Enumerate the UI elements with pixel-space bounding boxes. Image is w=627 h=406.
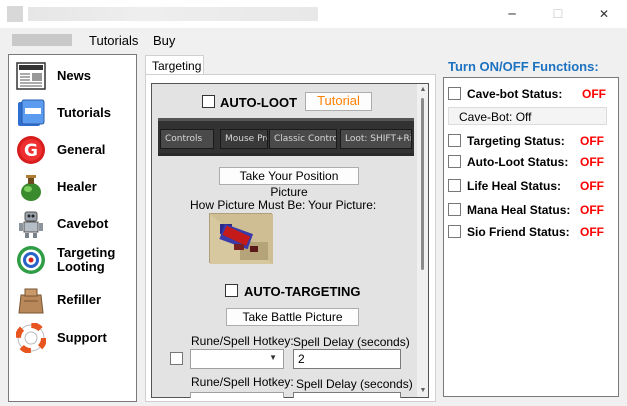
sidebar-item-label: News bbox=[57, 68, 91, 83]
targeting-status-value: OFF bbox=[580, 134, 604, 148]
example-position-picture bbox=[209, 213, 273, 264]
sidebar-item-support[interactable]: Support bbox=[15, 321, 135, 355]
sidebar-item-label: Cavebot bbox=[57, 216, 109, 231]
lifeheal-status-row: Life Heal Status: OFF bbox=[448, 178, 608, 194]
rune-hotkey-select[interactable]: ▼ bbox=[190, 349, 284, 369]
cavebot-status-checkbox[interactable] bbox=[448, 87, 461, 100]
sidebar-item-label: Healer bbox=[57, 179, 97, 194]
cavebot-status-value: OFF bbox=[582, 87, 606, 101]
your-picture-label: Your Picture: bbox=[308, 198, 377, 212]
autoloot-checkbox[interactable] bbox=[202, 95, 215, 108]
tab-targeting[interactable]: Targeting bbox=[145, 55, 204, 75]
functions-title: Turn ON/OFF Functions: bbox=[448, 59, 599, 74]
menu-tutorials[interactable]: Tutorials bbox=[89, 33, 138, 48]
sidebar-item-targeting-looting[interactable]: Targeting Looting bbox=[15, 243, 135, 277]
svg-text:G: G bbox=[24, 141, 38, 161]
cavebot-state-field: Cave-Bot: Off bbox=[448, 107, 607, 125]
cavebot-status-label: Cave-bot Status: bbox=[467, 87, 563, 101]
take-position-picture-button[interactable]: Take Your Position Picture bbox=[219, 167, 359, 199]
sidebar-item-healer[interactable]: Healer bbox=[15, 170, 135, 204]
autoloot-status-value: OFF bbox=[580, 155, 604, 169]
spell-delay-input-2[interactable] bbox=[293, 392, 401, 398]
manaheal-status-checkbox[interactable] bbox=[448, 203, 461, 216]
scroll-down-icon[interactable]: ▼ bbox=[418, 386, 428, 396]
cavebot-status-row: Cave-bot Status: OFF bbox=[448, 86, 608, 102]
autoloot-label: AUTO-LOOT bbox=[220, 95, 298, 110]
loot-settings-image: Controls Mouse Preset: Classic Controls … bbox=[158, 118, 414, 156]
lifeheal-status-value: OFF bbox=[580, 179, 604, 193]
classic-controls-segment: Classic Controls bbox=[269, 129, 337, 149]
loot-shortcut-segment: Loot: SHIFT+Right bbox=[340, 129, 412, 149]
app-icon bbox=[7, 6, 23, 22]
title-bar: ─ ☐ ✕ bbox=[0, 0, 627, 28]
maximize-button[interactable]: ☐ bbox=[535, 0, 581, 28]
autoloot-status-checkbox[interactable] bbox=[448, 155, 461, 168]
targeting-status-row: Targeting Status: OFF bbox=[448, 133, 608, 149]
sidebar-item-general[interactable]: G General bbox=[15, 133, 135, 167]
sidebar-item-cavebot[interactable]: Cavebot bbox=[15, 207, 135, 241]
take-battle-picture-button[interactable]: Take Battle Picture bbox=[226, 308, 359, 326]
rune-hotkey-label: Rune/Spell Hotkey: bbox=[191, 334, 294, 348]
siofriend-status-row: Sio Friend Status: OFF bbox=[448, 224, 608, 240]
scroll-up-icon[interactable]: ▲ bbox=[418, 85, 428, 95]
spell-delay-label-2: Spell Delay (seconds) bbox=[296, 377, 413, 391]
siofriend-status-label: Sio Friend Status: bbox=[467, 225, 570, 239]
mouse-preset-label: Mouse Preset: bbox=[220, 129, 268, 149]
sidebar-item-label: General bbox=[57, 142, 106, 157]
character-sprite-icon bbox=[210, 214, 273, 264]
tutorials-icon bbox=[15, 97, 47, 129]
minimize-button[interactable]: ─ bbox=[489, 0, 535, 28]
bag-icon bbox=[15, 284, 47, 316]
manaheal-status-value: OFF bbox=[580, 203, 604, 217]
sidebar-item-label: Support bbox=[57, 330, 107, 345]
spell-delay-label: Spell Delay (seconds) bbox=[293, 335, 410, 349]
general-icon: G bbox=[15, 134, 47, 166]
robot-icon bbox=[15, 208, 47, 240]
sidebar-item-label: Refiller bbox=[57, 292, 102, 307]
menu-buy[interactable]: Buy bbox=[153, 33, 175, 48]
sidebar-item-tutorials[interactable]: Tutorials bbox=[15, 96, 135, 130]
targeting-status-label: Targeting Status: bbox=[467, 134, 565, 148]
autotargeting-label: AUTO-TARGETING bbox=[244, 284, 361, 299]
window-title-redacted bbox=[28, 7, 318, 21]
autotargeting-checkbox[interactable] bbox=[225, 284, 238, 297]
close-button[interactable]: ✕ bbox=[581, 0, 627, 28]
lifebuoy-icon bbox=[15, 322, 47, 354]
targeting-status-checkbox[interactable] bbox=[448, 134, 461, 147]
menu-item-redacted[interactable] bbox=[12, 34, 72, 46]
target-icon bbox=[15, 244, 47, 276]
manaheal-status-label: Mana Heal Status: bbox=[467, 203, 571, 217]
how-picture-label: How Picture Must Be: bbox=[190, 198, 306, 212]
autoloot-status-row: Auto-Loot Status: OFF bbox=[448, 154, 608, 170]
sidebar-item-refiller[interactable]: Refiller bbox=[15, 283, 135, 317]
healer-icon bbox=[15, 171, 47, 203]
news-icon bbox=[15, 60, 47, 92]
sidebar-item-news[interactable]: News bbox=[15, 59, 135, 93]
rune-hotkey-select-2[interactable] bbox=[190, 392, 284, 398]
sidebar-item-label: Targeting Looting bbox=[57, 245, 116, 274]
chevron-down-icon: ▼ bbox=[269, 353, 277, 362]
tutorial-button[interactable]: Tutorial bbox=[305, 92, 372, 111]
lifeheal-status-label: Life Heal Status: bbox=[467, 179, 562, 193]
sidebar-item-label: Tutorials bbox=[57, 105, 111, 120]
siofriend-status-checkbox[interactable] bbox=[448, 225, 461, 238]
manaheal-status-row: Mana Heal Status: OFF bbox=[448, 202, 608, 218]
rune-spell-checkbox[interactable] bbox=[170, 352, 183, 365]
rune-hotkey-label-2: Rune/Spell Hotkey: bbox=[191, 375, 294, 389]
lifeheal-status-checkbox[interactable] bbox=[448, 179, 461, 192]
spell-delay-input[interactable]: 2 bbox=[293, 349, 401, 369]
scrollbar-thumb[interactable] bbox=[421, 98, 424, 270]
controls-segment: Controls bbox=[160, 129, 214, 149]
autoloot-status-label: Auto-Loot Status: bbox=[467, 155, 569, 169]
siofriend-status-value: OFF bbox=[580, 225, 604, 239]
